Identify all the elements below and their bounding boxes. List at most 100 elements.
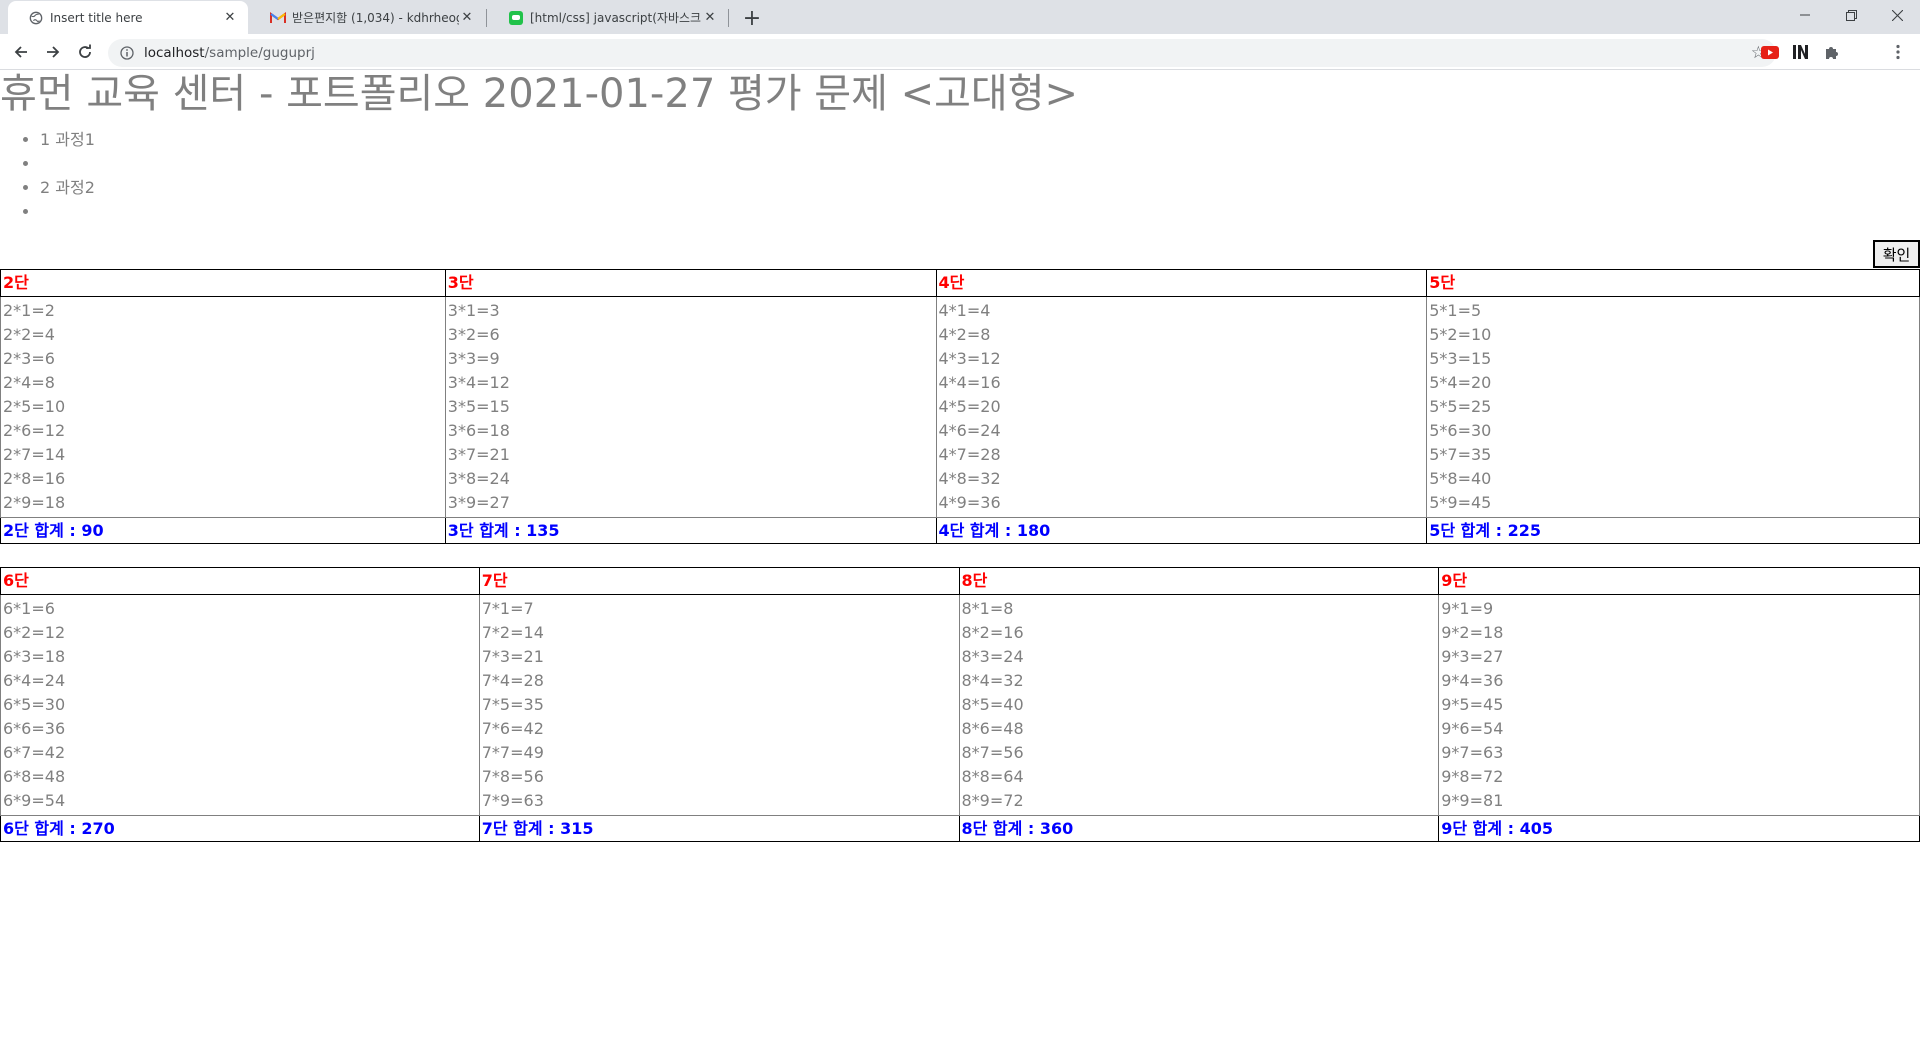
multiplication-line: 7*3=21 xyxy=(481,647,544,666)
multiplication-line: 5*9=45 xyxy=(1429,493,1492,512)
table-body-row: 6*1=6 6*2=12 6*3=18 6*4=24 6*5=30 6*6=36 6*7=4… xyxy=(0,594,1920,816)
dan-sum: 8단 합계 : 360 xyxy=(958,815,1440,842)
info-icon[interactable] xyxy=(118,46,136,60)
youtube-extension-icon[interactable] xyxy=(1760,42,1780,62)
dan-cell: 9*1=9 9*2=18 9*3=27 9*4=36 9*5=45 9*6=54 9*7=6… xyxy=(1438,594,1920,816)
dan-sum: 3단 합계 : 135 xyxy=(444,517,937,544)
multiplication-line: 9*3=27 xyxy=(1441,647,1504,666)
multiplication-line: 3*9=27 xyxy=(447,493,510,512)
multiplication-line: 9*8=72 xyxy=(1441,767,1504,786)
multiplication-line: 8*6=48 xyxy=(961,719,1024,738)
multiplication-line: 9*6=54 xyxy=(1441,719,1504,738)
close-icon[interactable]: ✕ xyxy=(459,10,475,26)
tab-strip: Insert title here ✕ 받은편지함 (1,034) - kdhr… xyxy=(0,0,1920,34)
minimize-icon[interactable] xyxy=(1782,0,1828,30)
multiplication-line: 2*8=16 xyxy=(3,469,66,488)
course-item xyxy=(40,152,95,176)
course-item: 2 과정2 xyxy=(40,176,95,200)
table-header-row: 6단 7단 8단 9단 xyxy=(0,567,1920,595)
multiplication-line: 8*2=16 xyxy=(961,623,1024,642)
page-content: 휴먼 교육 센터 - 포트폴리오 2021-01-27 평가 문제 <고대형> … xyxy=(0,70,1920,1040)
multiplication-line: 5*4=20 xyxy=(1429,373,1492,392)
multiplication-line: 5*6=30 xyxy=(1429,421,1492,440)
confirm-button[interactable]: 확인 xyxy=(1873,240,1920,268)
multiplication-line: 2*6=12 xyxy=(3,421,66,440)
multiplication-line: 4*1=4 xyxy=(938,301,991,320)
multiplication-line: 7*2=14 xyxy=(481,623,544,642)
url-host: localhost xyxy=(144,45,205,61)
multiplication-line: 2*1=2 xyxy=(3,301,55,320)
multiplication-line: 9*5=45 xyxy=(1441,695,1504,714)
multiplication-line: 8*4=32 xyxy=(961,671,1024,690)
dan-header: 6단 xyxy=(0,567,480,595)
tab-javascript[interactable]: [html/css] javascript(자바스크립 ✕ xyxy=(488,1,728,34)
multiplication-line: 8*5=40 xyxy=(961,695,1024,714)
multiplication-line: 7*9=63 xyxy=(481,791,544,810)
multiplication-line: 3*7=21 xyxy=(447,445,510,464)
multiplication-line: 7*4=28 xyxy=(481,671,544,690)
tab-title: Insert title here xyxy=(50,10,143,25)
page-title: 휴먼 교육 센터 - 포트폴리오 2021-01-27 평가 문제 <고대형> xyxy=(0,71,1079,117)
dan-sum: 2단 합계 : 90 xyxy=(0,517,446,544)
multiplication-line: 9*1=9 xyxy=(1441,599,1494,618)
multiplication-line: 2*9=18 xyxy=(3,493,66,512)
gmail-icon xyxy=(270,10,286,26)
close-window-icon[interactable] xyxy=(1874,0,1920,30)
multiplication-line: 5*7=35 xyxy=(1429,445,1492,464)
dan-header: 9단 xyxy=(1438,567,1920,595)
multiplication-line: 7*8=56 xyxy=(481,767,544,786)
multiplication-line: 4*5=20 xyxy=(938,397,1001,416)
multiplication-line: 9*4=36 xyxy=(1441,671,1504,690)
dan-sum: 5단 합계 : 225 xyxy=(1426,517,1920,544)
new-tab-button[interactable]: + xyxy=(738,4,766,32)
multiplication-line: 4*6=24 xyxy=(938,421,1001,440)
multiplication-line: 3*5=15 xyxy=(447,397,510,416)
multiplication-line: 9*2=18 xyxy=(1441,623,1504,642)
tab-insert-title[interactable]: Insert title here ✕ xyxy=(8,1,248,34)
more-menu-icon[interactable] xyxy=(1888,42,1908,62)
tab-title: 받은편지함 (1,034) - kdhrheogu xyxy=(292,11,459,25)
multiplication-line: 2*7=14 xyxy=(3,445,66,464)
multiplication-line: 6*2=12 xyxy=(3,623,66,642)
forward-icon[interactable] xyxy=(40,39,66,65)
browser-toolbar: localhost/sample/guguprj ☆ xyxy=(0,34,1920,70)
multiplication-line: 8*3=24 xyxy=(961,647,1024,666)
address-bar[interactable]: localhost/sample/guguprj ☆ xyxy=(108,39,1776,67)
tab-gmail[interactable]: 받은편지함 (1,034) - kdhrheogu ✕ xyxy=(250,1,485,34)
course-item xyxy=(40,200,95,224)
globe-icon xyxy=(28,10,44,26)
tab-divider xyxy=(486,9,487,27)
multiplication-line: 7*7=49 xyxy=(481,743,544,762)
tab-title: [html/css] javascript(자바스크립 xyxy=(530,11,702,25)
multiplication-line: 4*8=32 xyxy=(938,469,1001,488)
dan-cell: 5*1=5 5*2=10 5*3=15 5*4=20 5*5=25 5*6=30 5*7=3… xyxy=(1426,296,1920,518)
restore-icon[interactable] xyxy=(1828,0,1874,30)
dan-header: 4단 xyxy=(935,269,1428,297)
multiplication-line: 5*5=25 xyxy=(1429,397,1492,416)
multiplication-line: 8*1=8 xyxy=(961,599,1014,618)
reload-icon[interactable] xyxy=(72,39,98,65)
multiplication-line: 2*4=8 xyxy=(3,373,55,392)
multiplication-line: 6*9=54 xyxy=(3,791,66,810)
multiplication-line: 5*1=5 xyxy=(1429,301,1482,320)
multiplication-line: 2*5=10 xyxy=(3,397,66,416)
dan-header: 8단 xyxy=(958,567,1440,595)
multiplication-line: 3*3=9 xyxy=(447,349,500,368)
back-icon[interactable] xyxy=(8,39,34,65)
multiplication-line: 6*5=30 xyxy=(3,695,66,714)
dan-cell: 4*1=4 4*2=8 4*3=12 4*4=16 4*5=20 4*6=24 4*7=28… xyxy=(935,296,1428,518)
dan-cell: 8*1=8 8*2=16 8*3=24 8*4=32 8*5=40 8*6=48 8*7=5… xyxy=(958,594,1440,816)
multiplication-line: 4*7=28 xyxy=(938,445,1001,464)
multiplication-line: 3*6=18 xyxy=(447,421,510,440)
multiplication-line: 9*7=63 xyxy=(1441,743,1504,762)
course-list: 1 과정1 2 과정2 xyxy=(0,128,95,224)
multiplication-line: 2*3=6 xyxy=(3,349,55,368)
close-icon[interactable]: ✕ xyxy=(222,10,238,26)
multiplication-line: 6*6=36 xyxy=(3,719,66,738)
close-icon[interactable]: ✕ xyxy=(702,10,718,26)
multiplication-line: 8*8=64 xyxy=(961,767,1024,786)
dan-cell: 3*1=3 3*2=6 3*3=9 3*4=12 3*5=15 3*6=18 3*7=21 3… xyxy=(444,296,937,518)
dan-header: 2단 xyxy=(0,269,446,297)
puzzle-extensions-icon[interactable] xyxy=(1822,42,1842,62)
extension-n-icon[interactable] xyxy=(1791,42,1811,62)
